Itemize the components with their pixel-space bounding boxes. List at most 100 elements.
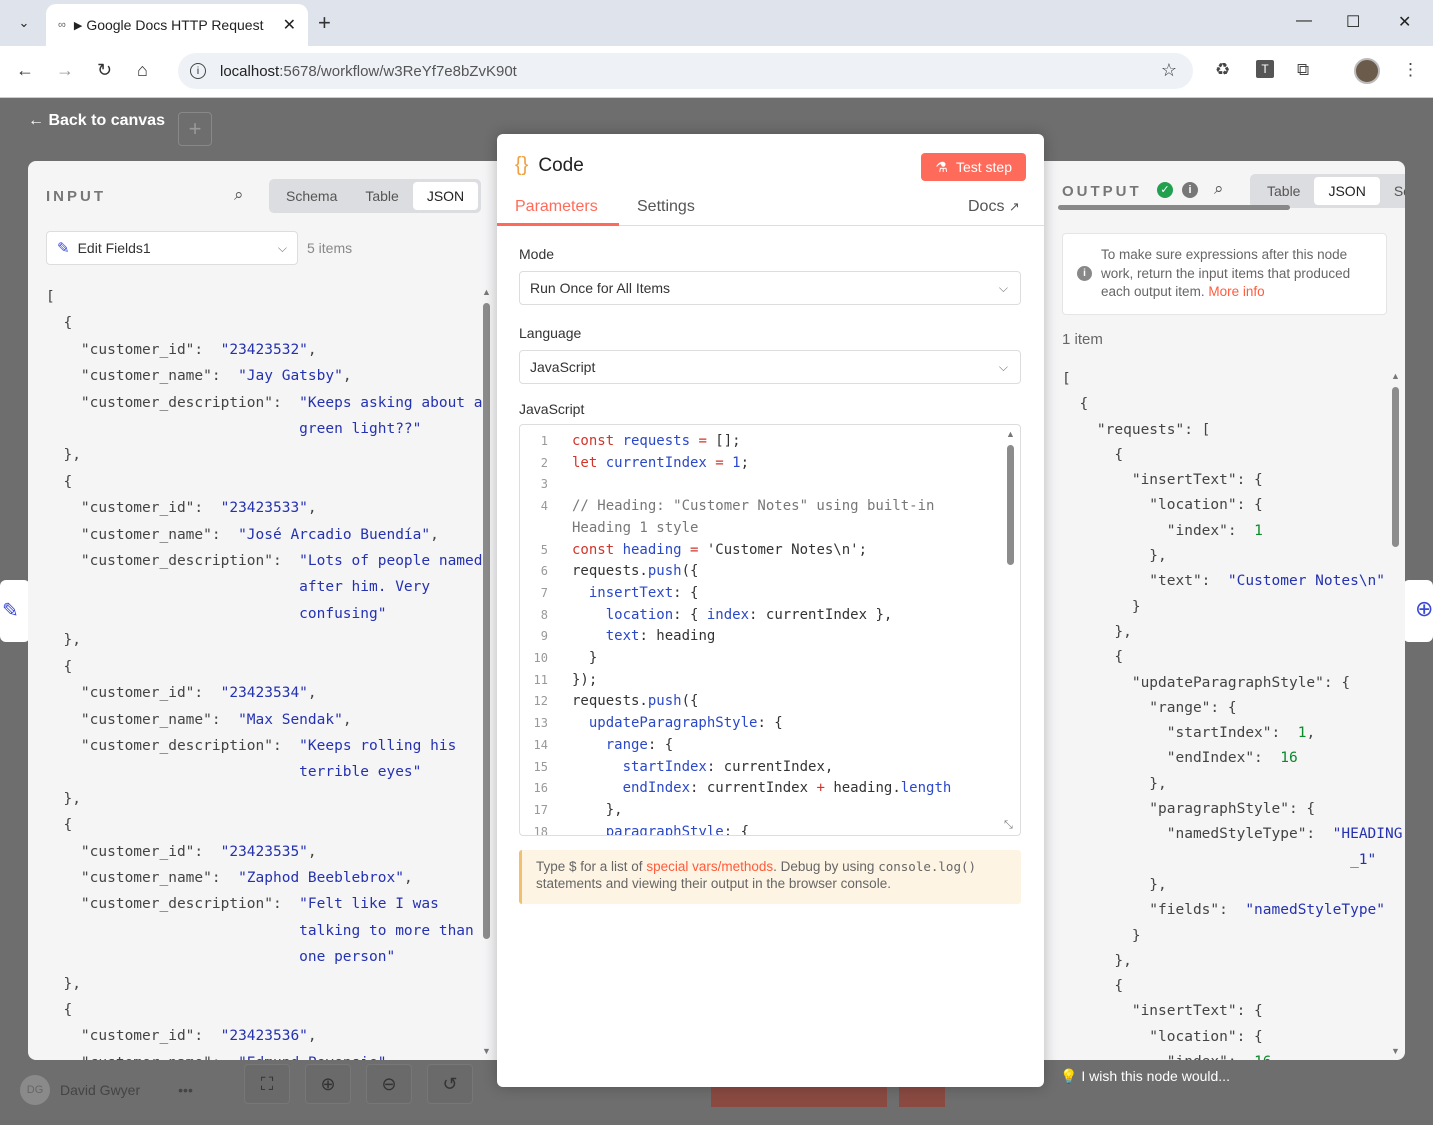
- input-scrollbar[interactable]: [483, 303, 490, 939]
- browser-tab[interactable]: ∞ ▶ Google Docs HTTP Request ✕: [46, 4, 308, 46]
- json-token: "fields":: [1062, 902, 1246, 919]
- view-table-tab[interactable]: Table: [351, 182, 412, 210]
- tab-settings[interactable]: Settings: [637, 198, 695, 216]
- url-input[interactable]: i localhost:5678/workflow/w3ReYf7e8bZvK9…: [178, 53, 1193, 89]
- back-arrow-icon[interactable]: ←: [16, 60, 34, 81]
- mode-label: Mode: [519, 246, 555, 262]
- scroll-up-icon[interactable]: ▲: [482, 287, 491, 297]
- editor-scrollbar[interactable]: [1007, 445, 1014, 565]
- docs-link[interactable]: Docs ↗: [968, 198, 1020, 216]
- close-window-button[interactable]: ✕: [1398, 12, 1411, 32]
- view-schema-tab[interactable]: Schema: [272, 182, 351, 210]
- scroll-up-icon[interactable]: ▲: [1006, 429, 1015, 439]
- success-check-icon: ✓: [1157, 182, 1173, 198]
- line-number: 5: [540, 542, 548, 557]
- feedback-link[interactable]: 💡 I wish this node would...: [1060, 1068, 1230, 1085]
- scroll-up-icon[interactable]: ▲: [1391, 371, 1400, 381]
- json-token: },: [1062, 548, 1167, 565]
- json-line: },: [1062, 544, 1402, 569]
- search-icon[interactable]: ⌕: [1214, 179, 1224, 199]
- recycle-extension-icon[interactable]: ♻: [1215, 60, 1230, 80]
- tab-close-button[interactable]: ✕: [283, 15, 296, 35]
- puzzle-extensions-icon[interactable]: ⧉: [1297, 60, 1309, 80]
- scroll-down-icon[interactable]: ▼: [1391, 1046, 1400, 1056]
- json-token: {: [46, 658, 73, 675]
- view-json-tab[interactable]: JSON: [412, 182, 479, 210]
- json-token: "customer_id":: [46, 341, 221, 358]
- home-icon[interactable]: ⌂: [137, 60, 148, 81]
- json-token: {: [1062, 978, 1124, 995]
- code-editor[interactable]: 1 const requests = []; 2 let currentIndex =…: [519, 424, 1021, 836]
- more-info-link[interactable]: More info: [1208, 284, 1264, 299]
- mode-select[interactable]: Run Once for All Items ⌵: [519, 271, 1021, 305]
- input-items-count: 5 items: [307, 240, 353, 256]
- code-line: 17 },: [520, 802, 623, 818]
- info-icon: i: [1077, 266, 1092, 281]
- code-token: push: [647, 693, 682, 710]
- output-scrollbar[interactable]: [1392, 387, 1399, 547]
- language-value: JavaScript: [530, 359, 596, 375]
- json-token: "HEADING: [1332, 826, 1403, 843]
- code-token: length: [900, 780, 952, 797]
- line-number: 14: [533, 737, 548, 752]
- scroll-down-icon[interactable]: ▼: [482, 1046, 491, 1056]
- json-token: "Lots of people named: [299, 553, 483, 570]
- tab-search-button[interactable]: ⌄: [10, 9, 38, 37]
- json-token: "Jay Gatsby": [238, 368, 343, 385]
- json-line: "index": 1: [1062, 519, 1402, 544]
- line-number: 11: [533, 672, 548, 687]
- input-node-select[interactable]: ✎ Edit Fields1 ⌵: [46, 231, 298, 265]
- pencil-icon: ✎: [2, 600, 19, 622]
- json-line: "requests": [: [1062, 418, 1402, 443]
- search-icon[interactable]: ⌕: [234, 185, 244, 205]
- line-number: 10: [533, 651, 548, 665]
- node-title-text[interactable]: Code: [538, 155, 583, 177]
- code-line: 7 insertText: {: [520, 585, 699, 601]
- browser-tab-bar: ⌄ ∞ ▶ Google Docs HTTP Request ✕ + — ☐ ✕: [0, 0, 1433, 46]
- json-line: },: [1062, 873, 1402, 898]
- resize-handle-icon[interactable]: ⤡: [1004, 819, 1013, 832]
- code-token: =: [690, 541, 707, 558]
- language-select[interactable]: JavaScript ⌵: [519, 350, 1021, 384]
- json-line: [: [1062, 367, 1402, 392]
- json-token: "index":: [1062, 522, 1255, 539]
- json-line: _1": [1062, 848, 1402, 873]
- json-line: "customer_name": "Max Sendak",: [46, 707, 483, 733]
- back-to-canvas-button[interactable]: ← Back to canvas: [28, 112, 165, 130]
- code-line: 10 }: [520, 650, 598, 666]
- feedback-text: I wish this node would...: [1081, 1068, 1230, 1084]
- json-token: "insertText": {: [1062, 472, 1263, 489]
- view-json-tab[interactable]: JSON: [1314, 177, 1380, 205]
- maximize-button[interactable]: ☐: [1346, 12, 1360, 32]
- tab-parameters[interactable]: Parameters: [515, 198, 598, 216]
- forward-arrow-icon[interactable]: →: [56, 60, 74, 81]
- code-token: heading: [622, 541, 691, 558]
- test-step-button[interactable]: ⚗ Test step: [921, 153, 1026, 181]
- t-extension-icon[interactable]: T: [1256, 60, 1274, 78]
- output-tabs-scrollbar[interactable]: [1058, 205, 1290, 210]
- view-schema-tab[interactable]: Sc: [1380, 177, 1405, 205]
- code-line: 4 // Heading: "Customer Notes" using buil…: [520, 498, 935, 514]
- special-vars-link[interactable]: special vars/methods: [646, 859, 773, 874]
- json-line: {: [1062, 974, 1402, 999]
- globe-side-button[interactable]: ⊕: [1403, 580, 1433, 642]
- hint-text-1: Type $ for a list of: [536, 859, 647, 874]
- edit-side-button[interactable]: ✎: [0, 580, 30, 642]
- code-token: ({: [681, 563, 699, 580]
- menu-kebab-icon[interactable]: ⋮: [1402, 60, 1419, 80]
- json-line: {: [46, 812, 483, 838]
- site-info-icon[interactable]: i: [190, 63, 206, 79]
- zoom-in-icon: ⊕: [305, 1064, 351, 1104]
- json-line: "customer_id": "23423533",: [46, 495, 483, 521]
- new-tab-button[interactable]: +: [318, 10, 331, 36]
- json-token: talking to more than: [46, 922, 474, 939]
- code-line: 3: [520, 476, 572, 492]
- reload-icon[interactable]: ↻: [97, 60, 112, 81]
- bookmark-star-icon[interactable]: ☆: [1161, 60, 1177, 81]
- info-icon[interactable]: i: [1182, 182, 1198, 198]
- profile-avatar[interactable]: [1354, 58, 1380, 84]
- json-line: "customer_id": "23423535",: [46, 839, 483, 865]
- view-table-tab[interactable]: Table: [1253, 177, 1314, 205]
- minimize-button[interactable]: —: [1296, 12, 1312, 30]
- json-line: talking to more than: [46, 918, 483, 944]
